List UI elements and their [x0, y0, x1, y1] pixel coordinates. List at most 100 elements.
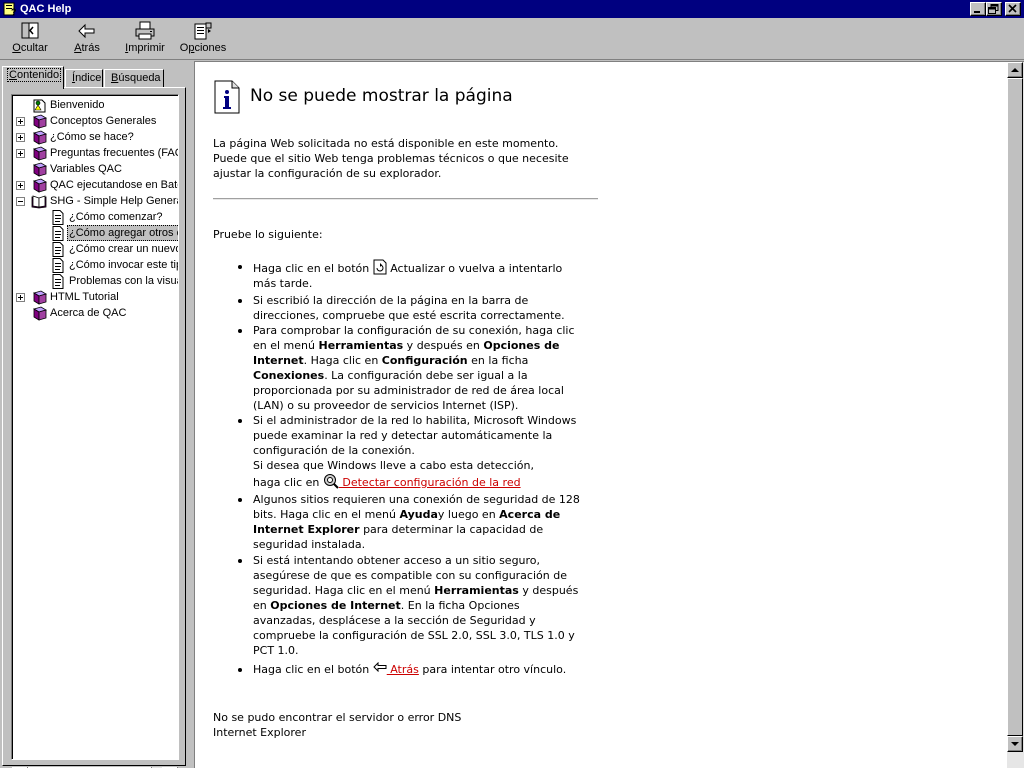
tree-item-label: Preguntas frecuentes (FAQ)	[50, 147, 179, 159]
contents-tree[interactable]: Bienvenido Conceptos Generales ¿Cómo se ha…	[11, 94, 179, 760]
divider	[213, 198, 598, 200]
options-icon	[194, 22, 212, 40]
tree-item-label: Problemas con la visualización	[69, 275, 178, 287]
book-closed-icon	[31, 306, 47, 321]
window-title: QAC Help	[20, 3, 72, 15]
print-button[interactable]: Imprimir	[122, 20, 168, 58]
close-icon	[1008, 4, 1017, 13]
tree-item[interactable]: Problemas con la visualización	[12, 273, 178, 289]
scroll-thumb[interactable]	[1007, 78, 1023, 736]
intro-line-1: La página Web solicitada no está disponi…	[213, 137, 559, 150]
suggestion-secure-site: Si está intentando obtener acceso a un s…	[238, 553, 598, 658]
hide-button[interactable]: Ocultar	[8, 20, 52, 58]
toolbar: Ocultar Atrás Imprimir Opciones	[0, 18, 1024, 60]
minimize-icon	[974, 11, 980, 13]
tab-contents[interactable]: Contenido	[2, 66, 64, 89]
content-pane: No se puede mostrar la página La página …	[194, 61, 1024, 768]
book-closed-icon	[31, 130, 47, 145]
page-icon	[50, 242, 66, 257]
tree-item[interactable]: ¿Cómo comenzar?	[12, 209, 178, 225]
tree-item[interactable]: HTML Tutorial	[12, 289, 178, 305]
tab-index[interactable]: Índice	[65, 69, 103, 88]
tab-search[interactable]: Búsqueda	[104, 69, 164, 88]
tree-item-label: QAC ejecutandose en Batch	[50, 179, 179, 191]
error-message: No se pudo encontrar el servidor o error…	[213, 711, 462, 724]
tree-item-label: ¿Cómo invocar este tipo de ayuda?	[69, 259, 178, 271]
options-button[interactable]: Opciones	[178, 20, 228, 58]
tree-item[interactable]: ¿Cómo crear un nuevo tema?	[12, 241, 179, 257]
try-label: Pruebe lo siguiente:	[213, 228, 323, 241]
tree-item[interactable]: Variables QAC	[12, 161, 178, 177]
arrow-up-icon	[1011, 68, 1019, 72]
title-bar: ? QAC Help	[0, 0, 1024, 18]
page-icon	[50, 226, 66, 241]
expand-plus-icon[interactable]	[16, 149, 25, 158]
detect-network-link[interactable]: Detectar configuración de la red	[339, 476, 520, 489]
back-link[interactable]: Atrás	[387, 663, 419, 676]
tree-item[interactable]: Preguntas frecuentes (FAQ)	[12, 145, 179, 161]
tree-item[interactable]: SHG - Simple Help Generator	[12, 193, 178, 209]
expand-plus-icon[interactable]	[16, 293, 25, 302]
back-arrow-small-icon	[373, 662, 387, 672]
close-button[interactable]	[1005, 2, 1021, 16]
suggestion-refresh: Haga clic en el botón Actualizar o vuelv…	[238, 259, 598, 291]
suggestion-detect-network: Si el administrador de la red lo habilit…	[238, 413, 598, 490]
tree-item[interactable]: Acerca de QAC	[12, 305, 178, 321]
minimize-button[interactable]	[970, 2, 986, 16]
tree-item[interactable]: Bienvenido	[12, 97, 178, 113]
tree-item-label: SHG - Simple Help Generator	[50, 195, 178, 207]
contents-panel: Bienvenido Conceptos Generales ¿Cómo se ha…	[2, 87, 186, 768]
tree-item[interactable]: ¿Cómo agregar otros contenidos?	[12, 225, 178, 241]
tree-item[interactable]: QAC ejecutandose en Batch	[12, 177, 179, 193]
collapse-minus-icon[interactable]	[16, 197, 25, 206]
book-closed-icon	[31, 146, 47, 161]
tree-item-label: Conceptos Generales	[50, 115, 157, 127]
page-person-icon	[31, 98, 47, 113]
tree-item-label: HTML Tutorial	[50, 291, 119, 303]
book-open-icon	[31, 194, 47, 209]
restore-button[interactable]	[986, 2, 1002, 16]
tree-item-label: ¿Cómo agregar otros contenidos?	[67, 225, 178, 241]
content-vertical-scrollbar[interactable]	[1007, 62, 1024, 768]
restore-icon	[988, 4, 999, 14]
intro-line-2: Puede que el sitio Web tenga problemas t…	[213, 152, 569, 165]
printer-icon	[135, 21, 155, 40]
tree-item[interactable]: ¿Cómo invocar este tipo de ayuda?	[12, 257, 178, 273]
tree-item-label: ¿Cómo comenzar?	[69, 211, 163, 223]
hide-pane-icon	[21, 22, 39, 39]
back-arrow-icon	[78, 23, 95, 39]
tree-item[interactable]: Conceptos Generales	[12, 113, 178, 129]
expand-plus-icon[interactable]	[16, 117, 25, 126]
tree-item-label: Acerca de QAC	[50, 307, 127, 319]
info-icon	[214, 80, 240, 114]
navigation-pane: Contenido Índice Búsqueda Bienvenido Conc…	[0, 61, 188, 768]
page-icon	[50, 258, 66, 273]
browser-name: Internet Explorer	[213, 726, 306, 739]
book-closed-icon	[31, 178, 47, 193]
refresh-icon	[373, 259, 387, 275]
suggestion-security-128: Algunos sitios requieren una conexión de…	[238, 492, 598, 552]
scroll-up-button[interactable]	[1007, 62, 1023, 78]
tree-item-label: ¿Cómo crear un nuevo tema?	[69, 243, 179, 255]
suggestion-connection: Para comprobar la configuración de su co…	[238, 323, 598, 413]
network-detect-icon	[323, 474, 339, 489]
page-icon	[50, 210, 66, 225]
tree-item-label: ¿Cómo se hace?	[50, 131, 134, 143]
page-icon	[50, 274, 66, 289]
back-button[interactable]: Atrás	[70, 20, 104, 58]
expand-plus-icon[interactable]	[16, 181, 25, 190]
svg-text:?: ?	[11, 7, 17, 16]
tree-item[interactable]: ¿Cómo se hace?	[12, 129, 178, 145]
expand-plus-icon[interactable]	[16, 133, 25, 142]
scroll-down-button[interactable]	[1007, 736, 1023, 752]
book-closed-icon	[31, 290, 47, 305]
book-closed-icon	[31, 114, 47, 129]
suggestion-back: Haga clic en el botón Atrás para intenta…	[238, 662, 598, 677]
page-title: No se puede mostrar la página	[250, 86, 513, 106]
tree-item-label: Variables QAC	[50, 163, 122, 175]
tree-item-label: Bienvenido	[50, 99, 105, 111]
book-closed-icon	[31, 162, 47, 177]
intro-line-3: ajustar la configuración de su explorado…	[213, 167, 442, 180]
help-app-icon: ?	[3, 2, 17, 16]
suggestion-address: Si escribió la dirección de la página en…	[238, 293, 598, 323]
